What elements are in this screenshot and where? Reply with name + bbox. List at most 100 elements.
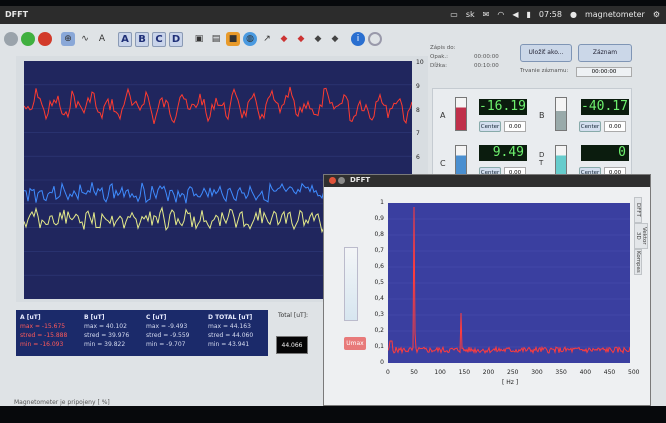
tab-dfft[interactable]: DFFT [634,197,642,223]
fft-y-tick: 0,1 [374,343,384,350]
channel-b-button[interactable]: B [135,31,149,47]
save-as-button[interactable]: Uložiť ako... [520,44,572,62]
fft-y-tick: 0,6 [374,263,384,270]
status-text: Magnetometer je pripojeny [ %] [14,399,110,406]
meters-panel: A -16.19 Center 0.00 B -40.17 Center 0.0… [432,88,632,179]
fft-x-tick: 50 [410,369,418,376]
recording-panel: Zápis do: Opak.: 00:00:00 Dĺžka: 00:10:00 [430,44,510,71]
channel-a-button[interactable]: A [118,31,132,47]
start-icon[interactable] [21,32,35,46]
dlzka-row: Dĺžka: 00:10:00 [430,63,499,69]
marker-dark-2-icon[interactable]: ◆ [328,32,342,46]
waveform-y-tick: 9 [416,82,420,90]
meter-a-display: -16.19 [479,99,527,115]
fft-y-tick: 0,2 [374,327,384,334]
fft-y-tick: 0,9 [374,215,384,222]
fft-x-tick: 0 [386,369,390,376]
fft-plot[interactable] [388,203,630,363]
dfft-titlebar[interactable]: DFFT [324,175,650,187]
fft-x-tick: 200 [482,369,495,376]
trace-a [24,86,412,125]
fft-y-tick: 0 [380,359,384,366]
fft-x-tick: 250 [507,369,519,376]
app-title: DFFT [5,10,29,19]
fft-x-tick: 500 [628,369,640,376]
meter-b-gauge [555,97,567,131]
fft-x-tick: 150 [458,369,471,376]
marker-red-icon[interactable]: ◆ [277,32,291,46]
save-as-icon[interactable]: ▤ [209,32,223,46]
marker-red-2-icon[interactable]: ◆ [294,32,308,46]
meter-c-label: C [440,159,446,168]
meter-b-offset[interactable]: 0.00 [604,121,626,132]
dfft-window: DFFT Umax 1 0,9 0,8 0,7 0,6 0,5 0,4 0,3 0,2 0,1 0 … [323,174,651,406]
waveform-y-tick: 10 [416,59,424,66]
meter-a-center-button[interactable]: Center [479,121,501,132]
dlzka-value: 00:10:00 [474,63,499,69]
waveform-y-tick: 7 [416,130,420,138]
fft-x-axis: 0 50 100 150 200 250 300 350 400 450 500 [380,369,640,379]
meter-d-label: D T [539,151,545,167]
font-icon[interactable]: A [95,32,109,46]
fft-y-tick: 0,3 [374,311,384,318]
dfft-tabs: DFFT Vektor 3D Kompas [634,197,648,277]
zapis-label: Zápis do: [430,45,456,51]
channel-c-button[interactable]: C [152,31,166,47]
wifi-icon[interactable]: ◠ [497,10,504,19]
fft-y-tick: 0,5 [374,279,384,286]
channel-d-button[interactable]: D [169,31,183,47]
meter-b-center-button[interactable]: Center [579,121,601,132]
opak-row: Opak.: 00:00:00 [430,54,499,60]
trend-up-icon[interactable]: ↗ [260,32,274,46]
volume-icon[interactable]: ◀ [512,10,518,19]
meter-a-gauge [455,97,467,131]
keyboard-icon[interactable]: ▭ [450,10,458,19]
wave-icon[interactable]: ∿ [78,32,92,46]
trvanie-label: Trvanie záznamu: [520,68,569,74]
tab-vektor-3d[interactable]: Vektor 3D [634,223,648,249]
tab-kompas[interactable]: Kompas [634,249,642,275]
save-icon[interactable]: ▣ [192,32,206,46]
stats-b: B [uT] max = 40.102 stred = 39.976 min =… [84,314,130,348]
desktop-screen: DFFT ▭ sk ✉ ◠ ◀ ▮ 07:58 ● magnetometer ⚙… [0,6,666,406]
record-button[interactable]: Záznam [578,44,632,62]
zoom-icon[interactable]: ⊕ [61,32,75,46]
meter-b-display: -40.17 [581,99,629,115]
close-app-icon[interactable] [4,32,18,46]
system-tray: ▭ sk ✉ ◠ ◀ ▮ 07:58 ● magnetometer ⚙ [450,10,660,19]
clock[interactable]: 07:58 [539,10,562,19]
fft-x-tick: 450 [603,369,616,376]
total-label: Total [uT]: [277,312,309,319]
fft-y-axis: 1 0,9 0,8 0,7 0,6 0,5 0,4 0,3 0,2 0,1 0 [368,199,386,369]
statistics-panel: A [uT] max = -15.675 stred = -15.888 min… [16,310,268,356]
meter-a-label: A [440,111,446,120]
dfft-title: DFFT [350,176,371,184]
dfft-minimize-icon[interactable] [338,177,345,184]
globe-icon[interactable]: ◍ [243,32,257,46]
fft-x-tick: 100 [434,369,446,376]
user-name[interactable]: magnetometer [585,10,645,19]
total-value: 44.066 [276,336,308,354]
stats-c: C [uT] max = -9.493 stred = -9.559 min =… [146,314,190,348]
fft-x-tick: 400 [579,369,592,376]
waveform-y-tick: 6 [416,154,420,162]
mail-icon[interactable]: ✉ [483,10,490,19]
stop-icon[interactable] [38,32,52,46]
umax-slider[interactable] [344,247,358,321]
loading-icon [368,32,382,46]
info-icon[interactable]: i [351,32,365,46]
dfft-close-icon[interactable] [329,177,336,184]
stats-a: A [uT] max = -15.675 stred = -15.888 min… [20,314,68,348]
meter-d-display: 0 [581,145,629,161]
palette-icon[interactable]: ■ [226,32,240,46]
waveform-y-tick: 8 [416,106,420,114]
trvanie-value: 00:00:00 [576,67,632,77]
language-indicator[interactable]: sk [466,10,475,19]
meter-a-offset[interactable]: 0.00 [504,121,526,132]
fft-y-tick: 1 [380,199,384,206]
settings-gear-icon[interactable]: ⚙ [653,10,660,19]
meter-b-label: B [539,111,545,120]
marker-dark-icon[interactable]: ◆ [311,32,325,46]
battery-icon[interactable]: ▮ [527,10,531,19]
umax-button[interactable]: Umax [344,337,366,350]
